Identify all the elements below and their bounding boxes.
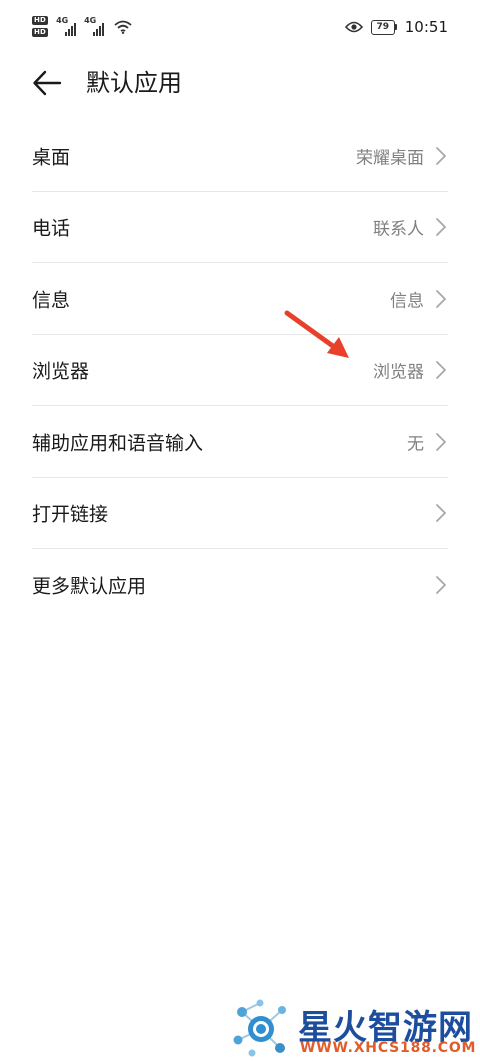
watermark-url: WWW.XHCS188.COM xyxy=(300,1040,477,1056)
battery-icon: 79 xyxy=(370,19,397,35)
chevron-right-icon xyxy=(436,218,446,237)
setting-label: 信息 xyxy=(32,289,71,312)
setting-row-more-defaults[interactable]: 更多默认应用 xyxy=(0,549,480,621)
setting-label: 电话 xyxy=(32,217,71,240)
app-bar: 默认应用 xyxy=(0,58,480,108)
watermark: 星火智游网 WWW.XHCS188.COM xyxy=(228,996,480,1061)
setting-label: 浏览器 xyxy=(32,360,90,383)
page-title: 默认应用 xyxy=(86,69,182,97)
setting-label: 打开链接 xyxy=(32,503,109,526)
setting-label: 桌面 xyxy=(32,146,71,169)
chevron-right-icon xyxy=(436,289,446,308)
sim2-hd-badge: HD xyxy=(32,28,49,37)
sim1-network-label: 4G xyxy=(56,15,69,25)
status-left: HD HD 4G 4G xyxy=(32,16,132,37)
battery-level: 79 xyxy=(370,19,395,35)
status-bar: HD HD 4G 4G 79 10:51 xyxy=(0,0,480,58)
setting-row-messages[interactable]: 信息 信息 xyxy=(0,263,480,335)
setting-row-assist-voice[interactable]: 辅助应用和语音输入 无 xyxy=(0,406,480,478)
setting-value: 荣耀桌面 xyxy=(356,148,424,169)
hd-badges: HD HD xyxy=(32,16,49,37)
setting-value: 信息 xyxy=(390,291,424,312)
sim2-network-label: 4G xyxy=(84,15,97,25)
chevron-right-icon xyxy=(436,575,446,594)
setting-label: 辅助应用和语音输入 xyxy=(32,432,204,455)
watermark-logo-icon xyxy=(233,999,286,1057)
setting-label: 更多默认应用 xyxy=(32,575,147,598)
settings-list: 桌面 荣耀桌面 电话 联系人 信息 信息 浏览器 浏览器 辅助应用和语音输入 无… xyxy=(0,120,480,621)
chevron-right-icon xyxy=(436,504,446,523)
back-arrow-icon xyxy=(33,70,62,96)
sim1-hd-badge: HD xyxy=(32,16,49,25)
setting-row-browser[interactable]: 浏览器 浏览器 xyxy=(0,335,480,406)
chevron-right-icon xyxy=(436,432,446,451)
eye-icon xyxy=(344,21,363,33)
status-time: 10:51 xyxy=(404,18,448,36)
setting-row-home[interactable]: 桌面 荣耀桌面 xyxy=(0,120,480,192)
setting-value: 无 xyxy=(407,434,424,455)
signal-icon-2: 4G xyxy=(84,15,105,36)
chevron-right-icon xyxy=(436,361,446,380)
wifi-icon xyxy=(114,20,132,34)
back-button[interactable] xyxy=(30,66,64,100)
status-right: 79 10:51 xyxy=(344,18,448,36)
signal-icon: 4G xyxy=(56,15,77,36)
setting-value: 联系人 xyxy=(373,219,424,240)
setting-value: 浏览器 xyxy=(373,362,424,383)
chevron-right-icon xyxy=(436,146,446,165)
setting-row-phone[interactable]: 电话 联系人 xyxy=(0,192,480,263)
setting-row-open-links[interactable]: 打开链接 xyxy=(0,478,480,549)
